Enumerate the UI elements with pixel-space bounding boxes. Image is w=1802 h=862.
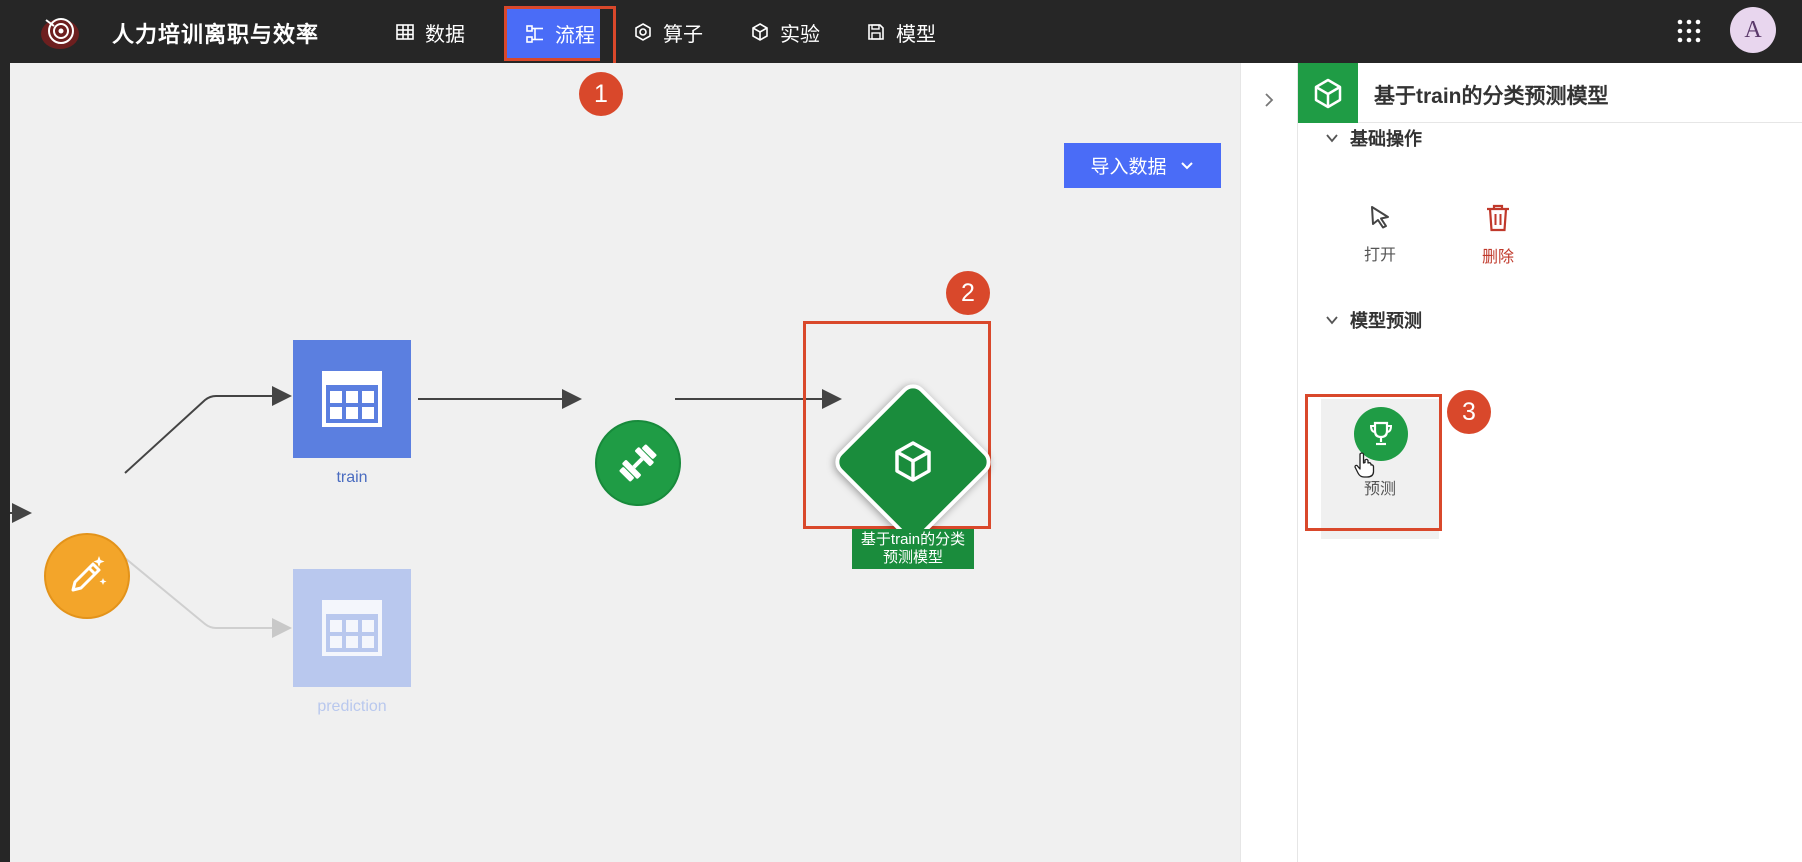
delete-button-label: 删除: [1481, 249, 1514, 266]
section-basic-operations-title: 基础操作: [1350, 129, 1422, 149]
nav-data-label: 数据: [425, 23, 465, 46]
app-logo-icon[interactable]: [38, 12, 82, 52]
dataset-node-prediction-label: prediction: [317, 698, 387, 715]
window-edge: [0, 0, 10, 862]
nav-operator[interactable]: 算子: [633, 14, 703, 50]
top-navigation-bar: 人力培训离职与效率 数据 流程 算子 实验 模型 A: [10, 0, 1802, 67]
user-avatar[interactable]: A: [1730, 7, 1776, 53]
annotation-badge-3: 3: [1447, 390, 1491, 434]
nav-operator-label: 算子: [663, 23, 703, 46]
nav-model[interactable]: 模型: [866, 14, 936, 50]
table-grid-icon: [322, 600, 382, 656]
cube-icon: [752, 23, 768, 41]
cursor-icon: [1371, 206, 1389, 229]
cube-icon: [1314, 78, 1342, 109]
dataset-node-train[interactable]: [293, 340, 411, 458]
model-node-label: 基于train的分类预测模型: [852, 529, 974, 569]
training-operator-node[interactable]: [595, 420, 681, 506]
chevron-right-icon: [1265, 93, 1274, 107]
annotation-badge-1: 1: [579, 72, 623, 116]
app-title: 人力培训离职与效率: [112, 22, 320, 47]
save-icon: [868, 24, 884, 40]
panel-collapse-toggle[interactable]: [1240, 63, 1297, 862]
import-data-button[interactable]: 导入数据: [1064, 143, 1221, 188]
chevron-down-icon: [1326, 316, 1338, 325]
trash-icon: [1487, 204, 1509, 232]
flow-canvas[interactable]: 导入数据 train prediction 2 基于train的分类预测模型: [10, 63, 1240, 862]
section-model-prediction-title: 模型预测: [1350, 311, 1422, 331]
panel-title: 基于train的分类预测模型: [1374, 85, 1609, 108]
nav-model-label: 模型: [896, 23, 936, 46]
nav-flow-label: 流程: [555, 25, 595, 47]
chevron-down-icon: [1326, 134, 1338, 143]
panel-model-icon: [1298, 63, 1358, 123]
nav-data[interactable]: 数据: [395, 14, 465, 50]
import-data-label: 导入数据: [1090, 157, 1167, 178]
nav-experiment[interactable]: 实验: [750, 14, 820, 50]
edit-node[interactable]: [44, 533, 130, 619]
chevron-down-icon: [1180, 161, 1193, 169]
delete-button[interactable]: 删除: [1458, 203, 1538, 267]
cube-icon: [895, 441, 931, 482]
panel-header: 基于train的分类预测模型: [1298, 63, 1802, 123]
section-basic-operations[interactable]: 基础操作: [1324, 125, 1422, 151]
hexagon-icon: [635, 23, 651, 41]
dataset-node-train-label: train: [336, 469, 368, 486]
flow-icon: [526, 24, 543, 43]
annotation-badge-2: 2: [946, 271, 990, 315]
properties-panel: 基于train的分类预测模型 基础操作 打开 删除 模型预测 预测 3: [1297, 63, 1802, 862]
open-button-label: 打开: [1363, 247, 1396, 264]
magic-pencil-icon: [71, 556, 107, 592]
table-icon: [396, 24, 414, 40]
dumbbell-icon: [619, 444, 657, 482]
nav-experiment-label: 实验: [780, 23, 820, 46]
nav-flow[interactable]: 流程: [504, 6, 616, 67]
open-button[interactable]: 打开: [1340, 203, 1420, 265]
section-model-prediction[interactable]: 模型预测: [1324, 307, 1422, 333]
dataset-node-prediction[interactable]: [293, 569, 411, 687]
table-grid-icon: [322, 371, 382, 427]
highlight-box-predict: [1305, 394, 1442, 531]
apps-grid-icon[interactable]: [1674, 16, 1704, 46]
